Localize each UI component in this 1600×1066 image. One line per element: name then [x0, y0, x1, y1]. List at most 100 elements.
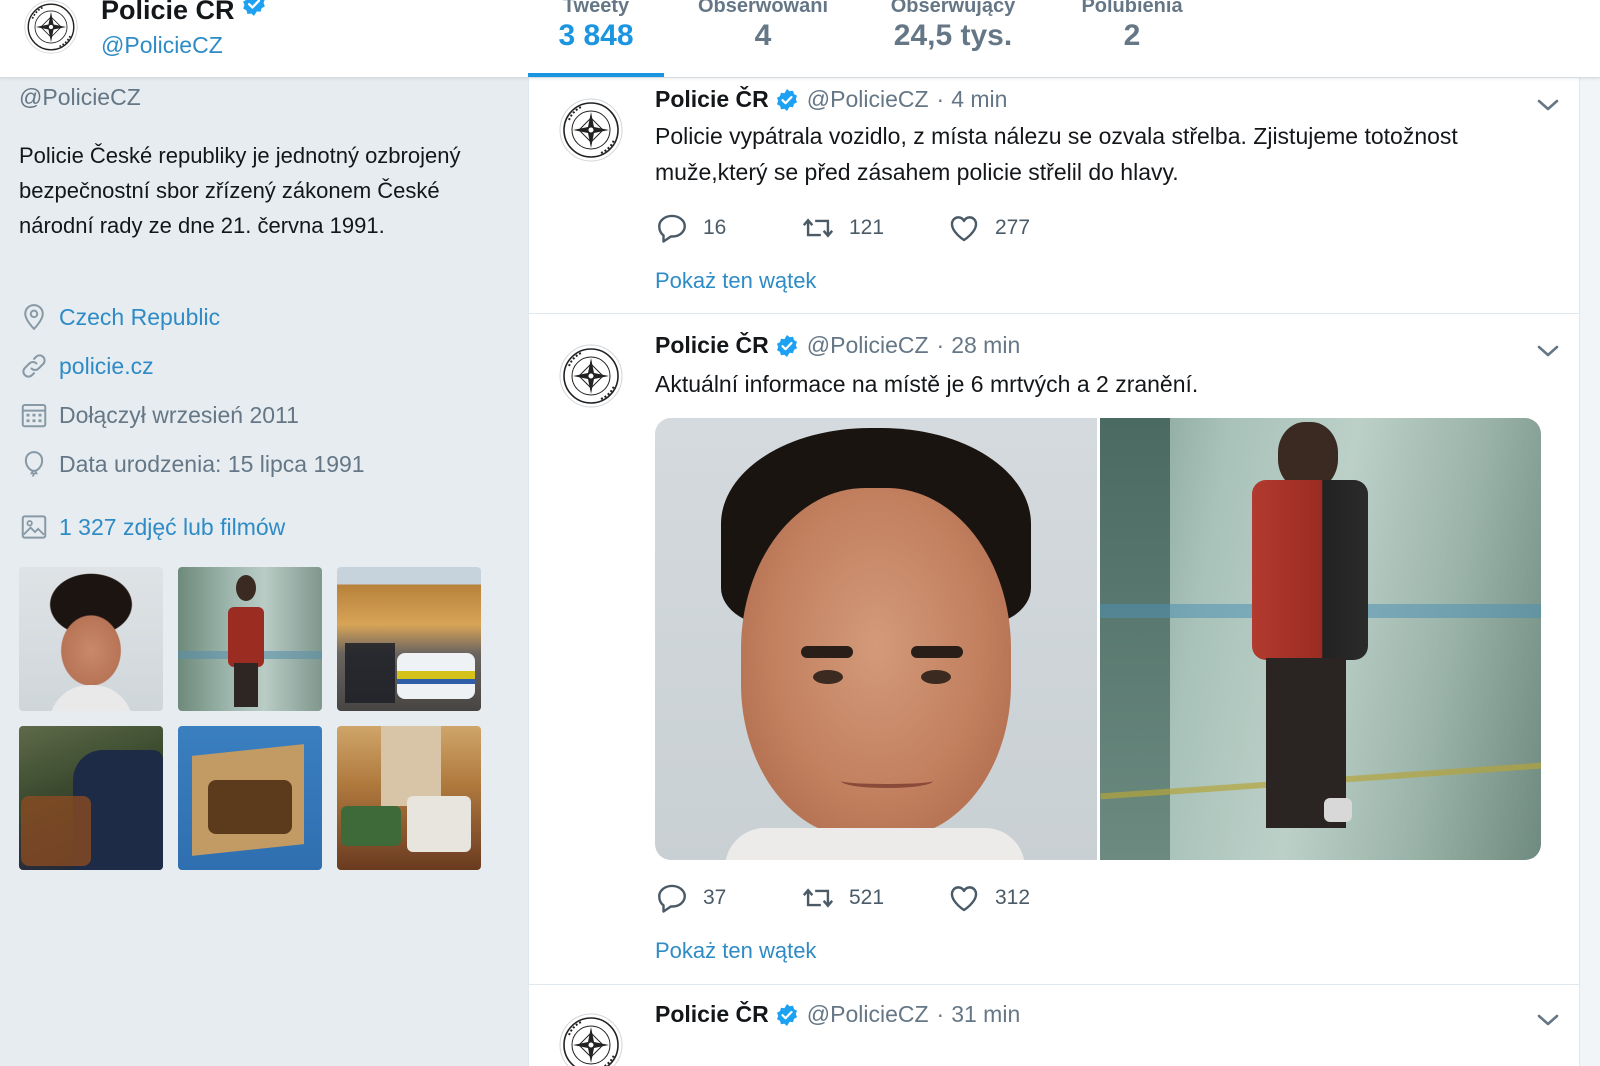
- profile-header-bar: Policie ČR @PolicieCZ Tweety 3 848 Obser…: [0, 0, 1600, 78]
- retweet-icon: [801, 211, 835, 245]
- retweet-count: 521: [849, 886, 885, 909]
- like-count: 312: [995, 886, 1031, 909]
- stat-value: 3 848: [558, 19, 634, 52]
- verified-badge-icon: [775, 1003, 799, 1027]
- verified-badge-icon: [775, 334, 799, 358]
- tweet-timestamp[interactable]: 31 min: [951, 1001, 1020, 1028]
- reply-icon: [655, 881, 689, 915]
- joined-text: Dołączył wrzesień 2011: [59, 401, 299, 428]
- stat-likes[interactable]: Polubienia 2: [1072, 0, 1192, 54]
- reply-count: 16: [703, 216, 727, 239]
- reply-icon: [655, 211, 689, 245]
- location-pin-icon: [24, 304, 44, 331]
- reply-button[interactable]: 37: [655, 881, 801, 915]
- balloon-icon: [24, 451, 44, 477]
- stat-label: Tweety: [562, 0, 630, 17]
- stat-value: 24,5 tys.: [893, 19, 1013, 52]
- chevron-down-icon[interactable]: [1535, 342, 1561, 360]
- like-button[interactable]: 312: [947, 881, 1093, 915]
- tweet-text: Policie vypátrala vozidlo, z místa nález…: [655, 123, 1458, 185]
- tweet-timeline: Policie ČR @PolicieCZ · 4 min Policie vy…: [528, 78, 1581, 1066]
- stat-value: 4: [754, 19, 772, 52]
- tweet-author-handle[interactable]: @PolicieCZ: [807, 1001, 929, 1028]
- tweet-media[interactable]: [655, 418, 1541, 860]
- media-thumbnail-evidence-police[interactable]: [19, 726, 163, 870]
- media-thumbnail-cctv[interactable]: [178, 567, 322, 711]
- tweet[interactable]: Policie ČR @PolicieCZ · 28 min Aktuální …: [529, 314, 1581, 985]
- media-gallery-link[interactable]: 1 327 zdjęć lub filmów: [19, 510, 285, 544]
- profile-website: policie.cz: [19, 349, 154, 383]
- retweet-button[interactable]: 121: [801, 211, 947, 245]
- tweet-author-handle[interactable]: @PolicieCZ: [807, 86, 929, 113]
- police-badge-avatar[interactable]: [24, 0, 78, 54]
- calendar-icon: [21, 404, 47, 428]
- profile-sidebar: @PolicieCZ Policie České republiky je je…: [0, 78, 528, 1066]
- tweet-photo-cctv[interactable]: [1099, 418, 1541, 860]
- stat-label: Obserwujący: [890, 0, 1016, 17]
- tweet[interactable]: Policie ČR @PolicieCZ · 31 min: [529, 985, 1581, 1066]
- separator-dot: ·: [936, 332, 945, 358]
- profile-name-text[interactable]: Policie ČR: [101, 0, 235, 25]
- scrollbar[interactable]: [1580, 78, 1600, 1066]
- retweet-icon: [801, 881, 835, 915]
- tweet-author-name[interactable]: Policie ČR: [655, 86, 769, 113]
- show-thread-link[interactable]: Pokaż ten wątek: [655, 938, 816, 964]
- tweet-author-handle[interactable]: @PolicieCZ: [807, 332, 929, 359]
- reply-button[interactable]: 16: [655, 211, 801, 245]
- stat-value: 2: [1123, 19, 1141, 52]
- sidebar-handle: @PolicieCZ: [19, 84, 141, 110]
- media-thumbnail-room[interactable]: [337, 726, 481, 870]
- police-badge-avatar[interactable]: [559, 344, 623, 408]
- chevron-down-icon[interactable]: [1535, 96, 1561, 114]
- tweet-header: Policie ČR @PolicieCZ · 31 min: [655, 1001, 1020, 1028]
- tweet-header: Policie ČR @PolicieCZ · 28 min: [655, 332, 1020, 359]
- verified-badge-icon: [241, 0, 267, 17]
- tweet-author-name[interactable]: Policie ČR: [655, 1001, 769, 1028]
- reply-count: 37: [703, 886, 727, 909]
- media-count-link[interactable]: 1 327 zdjęć lub filmów: [59, 514, 285, 541]
- tweet-header: Policie ČR @PolicieCZ · 4 min: [655, 86, 1007, 113]
- profile-joined: Dołączył wrzesień 2011: [19, 398, 299, 432]
- media-thumbnail-evidence-box[interactable]: [178, 726, 322, 870]
- stat-following[interactable]: Obserwowani 4: [690, 0, 836, 54]
- stat-tweets[interactable]: Tweety 3 848: [556, 0, 636, 54]
- like-icon: [947, 881, 981, 915]
- police-badge-avatar[interactable]: [559, 98, 623, 162]
- stat-followers[interactable]: Obserwujący 24,5 tys.: [878, 0, 1028, 54]
- show-thread-link[interactable]: Pokaż ten wątek: [655, 268, 816, 294]
- media-thumbnail-hospital[interactable]: [337, 567, 481, 711]
- media-thumbnails: [19, 567, 481, 870]
- like-count: 277: [995, 216, 1031, 239]
- chevron-down-icon[interactable]: [1535, 1011, 1561, 1029]
- website-link[interactable]: policie.cz: [59, 353, 154, 380]
- tweet-actions: 37 521 312: [655, 880, 1093, 916]
- profile-handle[interactable]: @PolicieCZ: [101, 32, 223, 59]
- profile-birthday: Data urodzenia: 15 lipca 1991: [19, 447, 365, 481]
- birthday-text: Data urodzenia: 15 lipca 1991: [59, 450, 365, 477]
- retweet-button[interactable]: 521: [801, 881, 947, 915]
- tweet-timestamp[interactable]: 28 min: [951, 332, 1020, 359]
- location-link[interactable]: Czech Republic: [59, 304, 220, 331]
- profile-bio: Policie České republiky je jednotný ozbr…: [19, 143, 461, 238]
- tweet-text: Aktuální informace na místě je 6 mrtvých…: [655, 371, 1199, 397]
- profile-location: Czech Republic: [19, 300, 220, 334]
- tweet-actions: 16 121 277: [655, 210, 1093, 246]
- profile-name[interactable]: Policie ČR: [101, 0, 267, 26]
- active-tab-indicator: [528, 73, 664, 77]
- stat-label: Polubienia: [1081, 0, 1183, 17]
- image-icon: [21, 515, 47, 539]
- link-icon: [22, 354, 46, 378]
- stat-label: Obserwowani: [697, 0, 829, 17]
- like-button[interactable]: 277: [947, 211, 1093, 245]
- like-icon: [947, 211, 981, 245]
- tweet[interactable]: Policie ČR @PolicieCZ · 4 min Policie vy…: [529, 78, 1581, 314]
- tweet-photo-portrait[interactable]: [655, 418, 1097, 860]
- retweet-count: 121: [849, 216, 885, 239]
- separator-dot: ·: [936, 86, 945, 112]
- police-badge-avatar[interactable]: [559, 1013, 623, 1066]
- verified-badge-icon: [775, 88, 799, 112]
- tweet-author-name[interactable]: Policie ČR: [655, 332, 769, 359]
- separator-dot: ·: [936, 1001, 945, 1027]
- tweet-timestamp[interactable]: 4 min: [951, 86, 1007, 113]
- media-thumbnail-portrait[interactable]: [19, 567, 163, 711]
